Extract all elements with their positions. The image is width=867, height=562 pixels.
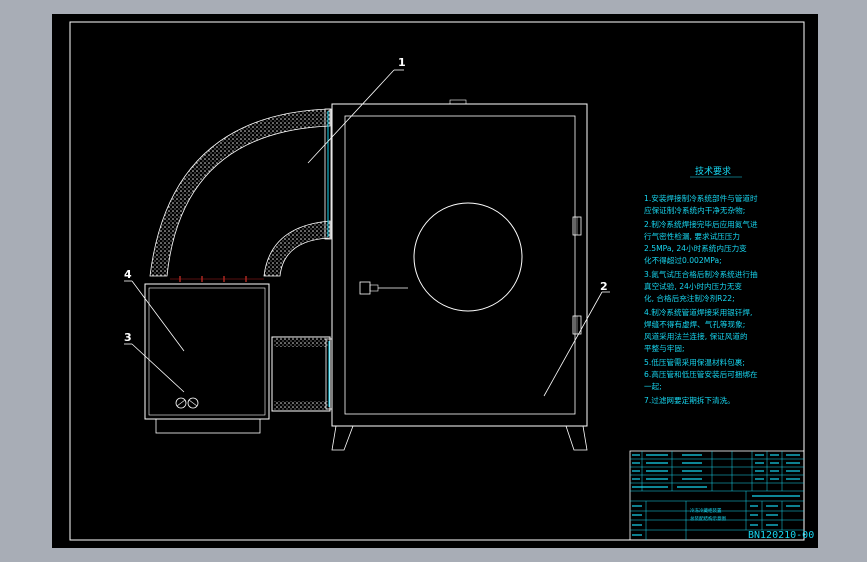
requirement-line: 化, 合格后充注制冷剂R22; xyxy=(644,293,735,303)
requirement-line: 焊缝不得有虚焊、气孔等现象; xyxy=(644,319,745,329)
drawing-title-line-2: 总装配结构示意图 xyxy=(690,515,726,522)
title-block xyxy=(629,450,805,541)
assembly-drawing: 1 2 3 4 技术要求 1.安装焊接制冷系统部件与管道时 应保证制冷系统内干净… xyxy=(69,21,814,541)
drawing-number: BN120210-00 xyxy=(748,530,814,541)
technical-requirements: 技术要求 1.安装焊接制冷系统部件与管道时 应保证制冷系统内干净无杂物; 2.制… xyxy=(644,165,758,405)
window-circle xyxy=(413,202,523,312)
part-label-2: 2 xyxy=(600,280,608,293)
requirement-line: 4.制冷系统管道焊接采用银钎焊, xyxy=(644,307,752,317)
duct-elbow xyxy=(149,108,332,282)
requirement-line: 5.低压管需采用保温材料包裹; xyxy=(644,357,745,367)
requirement-line: 风道采用法兰连接, 保证风道的 xyxy=(644,331,748,341)
requirement-line: 2.制冷系统焊接完毕后应用氮气进 xyxy=(644,219,758,229)
leader-lines xyxy=(124,69,610,397)
requirement-line: 化不得超过0.002MPa; xyxy=(644,255,722,265)
lower-duct xyxy=(271,336,333,412)
requirement-line: 1.安装焊接制冷系统部件与管道时 xyxy=(644,193,758,203)
requirement-line: 3.氮气试压合格后制冷系统进行抽 xyxy=(644,269,758,279)
part-label-4: 4 xyxy=(124,268,132,281)
cabinet xyxy=(331,99,588,451)
requirement-line: 行气密性检漏, 要求试压压力 xyxy=(644,231,740,241)
drawing-title-line-1: 冷冻冷藏柜装置 xyxy=(690,507,722,514)
requirement-line: 6.高压管和低压管安装后可捆绑在 xyxy=(644,369,758,379)
door-handle xyxy=(359,281,371,295)
requirements-title: 技术要求 xyxy=(695,165,731,177)
requirement-line: 7.过滤网要定期拆下清洗。 xyxy=(644,395,735,405)
condensing-unit-box xyxy=(144,283,270,434)
requirement-line: 一起; xyxy=(644,382,662,391)
part-label-1: 1 xyxy=(398,56,406,69)
requirement-line: 应保证制冷系统内干净无杂物; xyxy=(644,205,745,215)
requirement-line: 真空试验, 24小时内压力无变 xyxy=(644,281,742,291)
drawing-sheet: 1 2 3 4 技术要求 1.安装焊接制冷系统部件与管道时 应保证制冷系统内干净… xyxy=(52,14,818,548)
requirement-line: 平整与牢固; xyxy=(644,343,685,353)
requirement-line: 2.5MPa, 24小时系统内压力变 xyxy=(644,243,747,253)
part-label-3: 3 xyxy=(124,331,132,344)
